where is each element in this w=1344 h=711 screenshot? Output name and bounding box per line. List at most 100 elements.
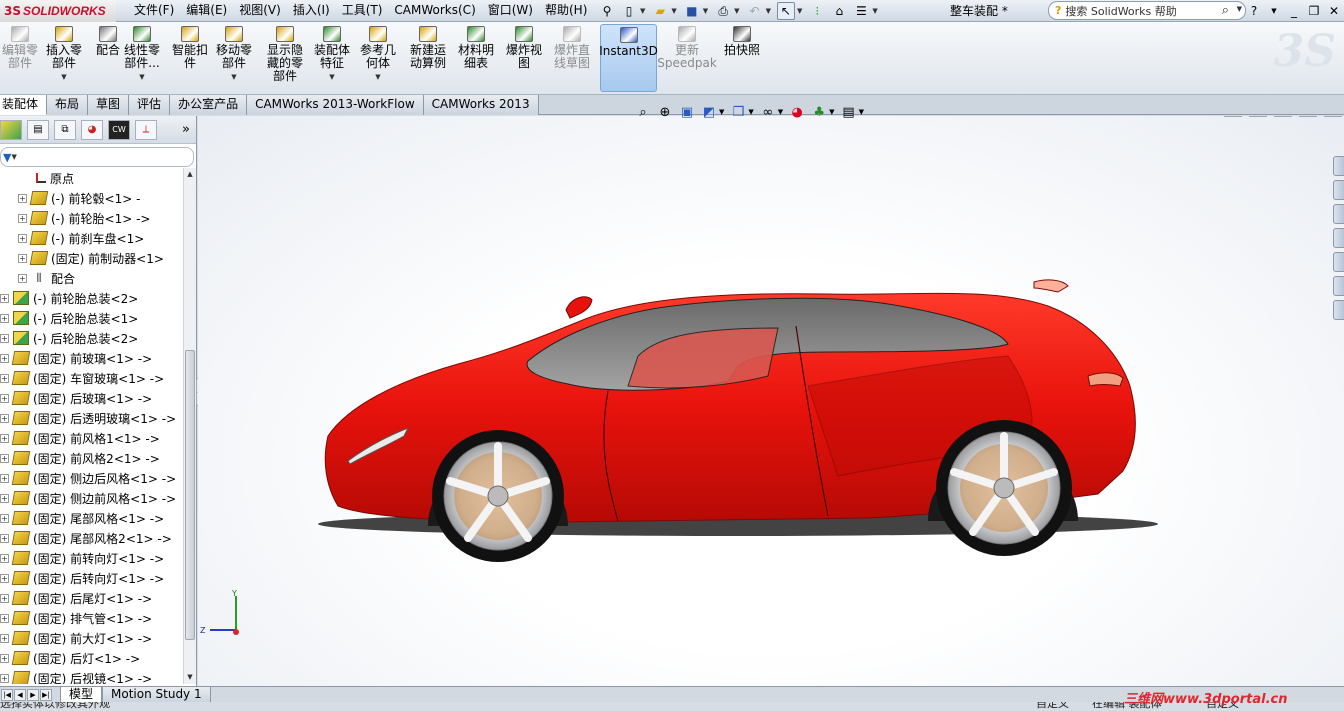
display-style-icon[interactable]: ∞ [759,103,777,121]
expand-icon[interactable]: + [0,393,9,403]
tab-3[interactable]: 评估 [129,95,171,115]
smart-fasteners-button[interactable]: 智能扣 件 [170,26,210,70]
tree-item[interactable]: + ⫴ 配合 [0,268,183,288]
first-tab-icon[interactable]: |◀ [1,688,13,701]
apply-scene-icon[interactable]: ♣ [810,103,828,121]
open-folder-icon[interactable]: ▰ [651,2,669,20]
chevron-down-icon[interactable]: ▼ [1264,7,1284,15]
filter-icon[interactable]: ▼ [3,151,11,164]
chevron-down-icon[interactable]: ▼ [1237,5,1242,13]
expand-icon[interactable]: + [18,253,27,263]
tree-item[interactable]: + (固定) 后灯<1> -> [0,648,183,668]
prev-tab-icon[interactable]: ◀ [14,688,26,701]
expand-icon[interactable]: + [0,353,9,363]
tree-item[interactable]: + (固定) 后视镜<1> -> [0,668,183,684]
appearances-icon[interactable] [1333,276,1344,296]
insert-component-button[interactable]: 插入零 部件 ▼ [44,26,84,84]
chevron-down-icon[interactable]: ▼ [748,108,753,116]
chevron-down-icon[interactable]: ▼ [139,71,144,84]
update-speedpak-button[interactable]: 更新 Speedpak [657,26,717,70]
tree-item[interactable]: + (固定) 前大灯<1> -> [0,628,183,648]
expand-icon[interactable]: + [18,213,27,223]
tree-item[interactable]: + (固定) 车窗玻璃<1> -> [0,368,183,388]
tree-item[interactable]: + (固定) 侧边后风格<1> -> [0,468,183,488]
new-motion-study-button[interactable]: 新建运 动算例 [408,26,448,70]
tab-motion-study-1[interactable]: Motion Study 1 [102,686,211,703]
expand-icon[interactable]: + [0,293,9,303]
options-icon[interactable]: ☰ [852,2,870,20]
tree-item[interactable]: + (固定) 后尾灯<1> -> [0,588,183,608]
tab-5[interactable]: CAMWorks 2013-WorkFlow [247,95,424,115]
tree-item[interactable]: + (固定) 侧边前风格<1> -> [0,488,183,508]
chevron-down-icon[interactable]: ▼ [329,71,334,84]
chevron-down-icon[interactable]: ▼ [61,71,66,84]
expand-icon[interactable]: + [0,373,9,383]
tree-item[interactable]: + (固定) 前制动器<1> [0,248,183,268]
chevron-down-icon[interactable]: ▼ [766,7,771,15]
expand-icon[interactable]: + [0,673,9,683]
menu-item-6[interactable]: 窗口(W) [482,0,539,22]
tab-4[interactable]: 办公室产品 [170,95,248,115]
assembly-features-button[interactable]: 装配体 特征 ▼ [312,26,352,84]
tree-filter-input[interactable]: ▼ ▼ [0,147,194,167]
linear-pattern-button[interactable]: 线性零 部件... ▼ [122,26,162,84]
tab-1[interactable]: 布局 [47,95,89,115]
search-results-icon[interactable] [1333,228,1344,248]
configuration-manager-tab-icon[interactable]: ⧉ [54,119,76,140]
tab-2[interactable]: 草图 [88,95,130,115]
last-tab-icon[interactable]: ▶| [40,688,52,701]
expand-icon[interactable]: + [0,313,9,323]
tree-item[interactable]: + (固定) 前风格2<1> -> [0,448,183,468]
bom-button[interactable]: 材料明 细表 [456,26,496,70]
chevron-down-icon[interactable]: ▼ [829,108,834,116]
expand-icon[interactable]: + [0,533,9,543]
menu-item-2[interactable]: 视图(V) [233,0,287,22]
display-manager-tab-icon[interactable]: ◕ [81,119,103,140]
edit-component-button[interactable]: 编辑零 部件 [0,26,40,70]
feature-manager-tab-icon[interactable] [0,119,22,140]
chevron-down-icon[interactable]: ▼ [859,108,864,116]
camworks-tab-icon[interactable]: CW [108,119,130,140]
scroll-thumb[interactable] [185,350,195,640]
expand-icon[interactable]: + [0,493,9,503]
tree-item[interactable]: + (固定) 后玻璃<1> -> [0,388,183,408]
restore-button[interactable]: ❐ [1304,4,1324,18]
expand-icon[interactable]: + [0,433,9,443]
chevron-down-icon[interactable]: ▼ [640,7,645,15]
tile-horizontal-icon[interactable]: ◧ [1224,116,1242,117]
tree-item[interactable]: + (固定) 前转向灯<1> -> [0,548,183,568]
rebuild-traffic-light-icon[interactable]: ⁝ [808,2,826,20]
tree-item[interactable]: + (-) 后轮胎总装<2> [0,328,183,348]
tree-item[interactable]: + (固定) 后透明玻璃<1> -> [0,408,183,428]
expand-icon[interactable]: + [0,613,9,623]
zoom-to-area-icon[interactable]: ⊕ [656,103,674,121]
tree-item[interactable]: + (固定) 后转向灯<1> -> [0,568,183,588]
move-component-button[interactable]: 移动零 部件 ▼ [214,26,254,84]
search-icon[interactable]: ⌕ [1222,3,1229,18]
show-hidden-button[interactable]: 显示隐 藏的零 部件 [262,26,308,83]
expand-icon[interactable]: + [18,193,27,203]
expand-icon[interactable]: + [0,473,9,483]
help-icon[interactable]: ? [1244,4,1264,18]
chevron-down-icon[interactable]: ▼ [778,108,783,116]
view-settings-icon[interactable]: ▤ [840,103,858,121]
print-icon[interactable]: ⎙ [714,2,732,20]
chevron-down-icon[interactable]: ▼ [872,7,877,15]
tree-item[interactable]: + (固定) 前玻璃<1> -> [0,348,183,368]
tree-item[interactable]: 原点 [0,168,183,188]
viewport-close-icon[interactable]: ✕ [1324,116,1342,117]
tab-6[interactable]: CAMWorks 2013 [423,95,539,115]
save-icon[interactable]: ■ [683,2,701,20]
scroll-up-icon[interactable]: ▲ [184,168,196,181]
menu-item-4[interactable]: 工具(T) [336,0,389,22]
graphics-area[interactable]: ◧ ◨ _ ❐ ✕ [198,116,1344,686]
search-box[interactable]: ? 搜索 SolidWorks 帮助 ⌕ ▼ [1048,1,1246,20]
expand-icon[interactable]: + [0,633,9,643]
expand-icon[interactable]: + [0,333,9,343]
property-manager-tab-icon[interactable]: ▤ [27,119,49,140]
menu-item-1[interactable]: 编辑(E) [180,0,233,22]
solidworks-logo[interactable]: 3S SOLIDWORKS [0,0,116,22]
close-button[interactable]: ✕ [1324,4,1344,18]
car-model[interactable] [308,266,1168,566]
menu-item-5[interactable]: CAMWorks(C) [388,0,481,22]
